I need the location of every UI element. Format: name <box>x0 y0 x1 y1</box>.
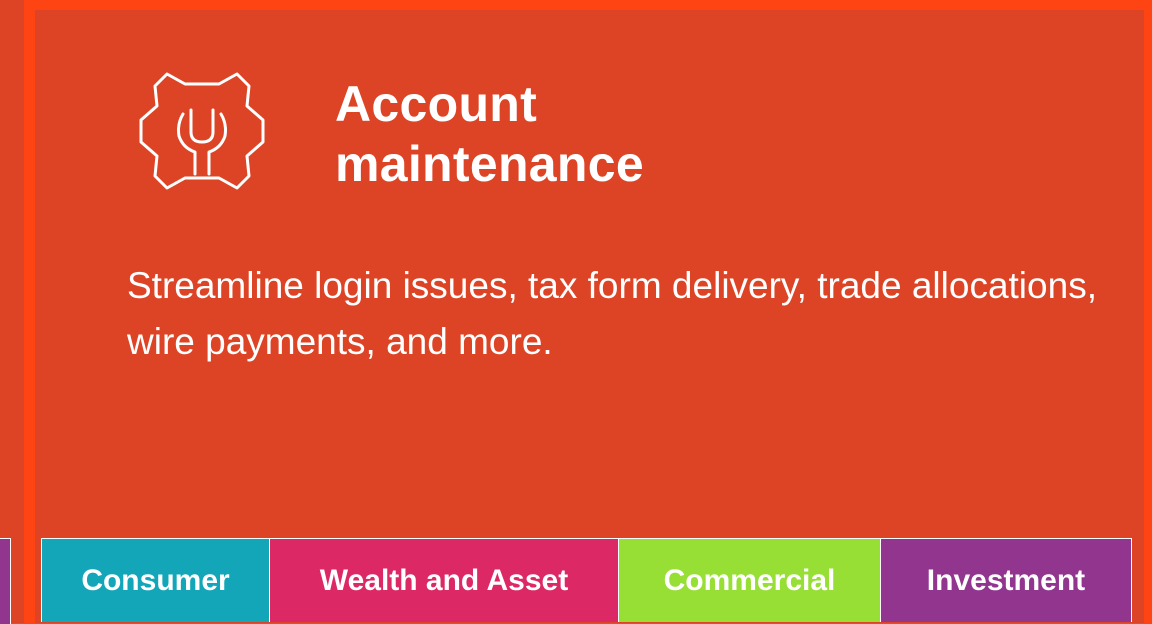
card-title: Account maintenance <box>335 74 644 194</box>
previous-card-tag-edge <box>0 538 11 624</box>
tag-wealth-and-asset-label: Wealth and Asset <box>319 563 569 597</box>
tag-consumer-label: Consumer <box>81 563 230 597</box>
category-tags: Consumer Wealth and Asset Commercial Inv… <box>41 538 1132 623</box>
tag-wealth-and-asset[interactable]: Wealth and Asset <box>270 538 619 622</box>
tag-investment[interactable]: Investment <box>881 538 1132 622</box>
tag-consumer[interactable]: Consumer <box>41 538 270 622</box>
previous-card-edge <box>0 0 24 624</box>
tag-investment-label: Investment <box>926 563 1086 597</box>
card-title-line2: maintenance <box>335 136 644 192</box>
card-description: Streamline login issues, tax form delive… <box>127 265 1097 362</box>
card-title-line1: Account <box>335 76 538 132</box>
tag-commercial-label: Commercial <box>663 563 836 597</box>
account-maintenance-card[interactable]: Account maintenance Streamline login iss… <box>35 10 1144 623</box>
tag-commercial[interactable]: Commercial <box>619 538 881 622</box>
gear-wrench-icon <box>127 66 277 196</box>
